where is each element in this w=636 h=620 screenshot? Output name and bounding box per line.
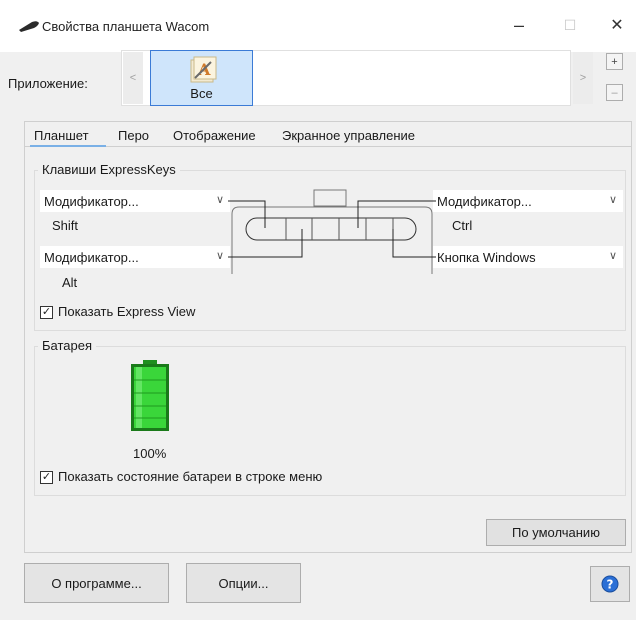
expresskey-1-modifier: Shift [52,218,79,233]
expresskey-1-select[interactable]: Модификатор... ∨ [40,190,230,212]
expresskey-4-value: Кнопка Windows [437,249,536,265]
battery-icon [131,360,169,431]
show-battery-in-menu-label: Показать состояние батареи в строке меню [58,469,323,484]
chevron-down-icon: ∨ [608,194,617,206]
app-all-button[interactable]: A Все [150,50,253,106]
expresskey-2-value: Модификатор... [44,249,139,265]
maximize-button[interactable]: ☐ [547,8,593,42]
active-tab-indicator [30,145,106,147]
all-applications-icon: A [190,56,217,83]
app-all-label: Все [190,86,213,101]
battery-percent: 100% [133,446,167,461]
restore-defaults-button[interactable]: По умолчанию [486,519,626,546]
remove-application-button[interactable]: – [606,84,623,101]
tab-display[interactable]: Отображение [173,128,256,143]
wacom-pen-icon [19,21,39,32]
battery-legend: Батарея [38,338,97,353]
chevron-down-icon: ∨ [608,250,617,262]
options-button[interactable]: Опции... [186,563,301,603]
app-scroll-left-button[interactable]: < [123,52,143,104]
minimize-button[interactable]: – [496,8,542,42]
show-express-view-checkbox[interactable]: ✓ [40,306,53,319]
tablet-diagram [228,189,436,274]
expresskey-2-select[interactable]: Модификатор... ∨ [40,246,230,268]
chevron-down-icon: ∨ [215,194,224,206]
expresskey-3-select[interactable]: Модификатор... ∨ [433,190,623,212]
help-button[interactable]: ? [590,566,630,602]
tab-tablet[interactable]: Планшет [34,128,89,143]
add-application-button[interactable]: + [606,53,623,70]
application-label: Приложение: [8,76,88,91]
expresskey-3-modifier: Ctrl [452,218,473,233]
expresskey-3-value: Модификатор... [437,193,532,209]
chevron-down-icon: ∨ [215,250,224,262]
tab-strip-divider [24,146,632,147]
expresskey-1-value: Модификатор... [44,193,139,209]
window-title: Свойства планшета Wacom [42,19,210,34]
tab-onscreen-controls[interactable]: Экранное управление [282,128,415,143]
show-express-view-label: Показать Express View [58,304,196,319]
tab-pen[interactable]: Перо [118,128,149,143]
about-button[interactable]: О программе... [24,563,169,603]
expresskey-2-modifier: Alt [62,275,78,290]
show-battery-in-menu-checkbox[interactable]: ✓ [40,471,53,484]
close-button[interactable]: ✕ [594,8,636,42]
svg-text:?: ? [607,578,614,592]
help-icon: ? [601,575,619,593]
app-scroll-right-button[interactable]: > [573,52,593,104]
expresskeys-legend: Клавиши ExpressKeys [38,162,180,177]
expresskey-4-select[interactable]: Кнопка Windows ∨ [433,246,623,268]
